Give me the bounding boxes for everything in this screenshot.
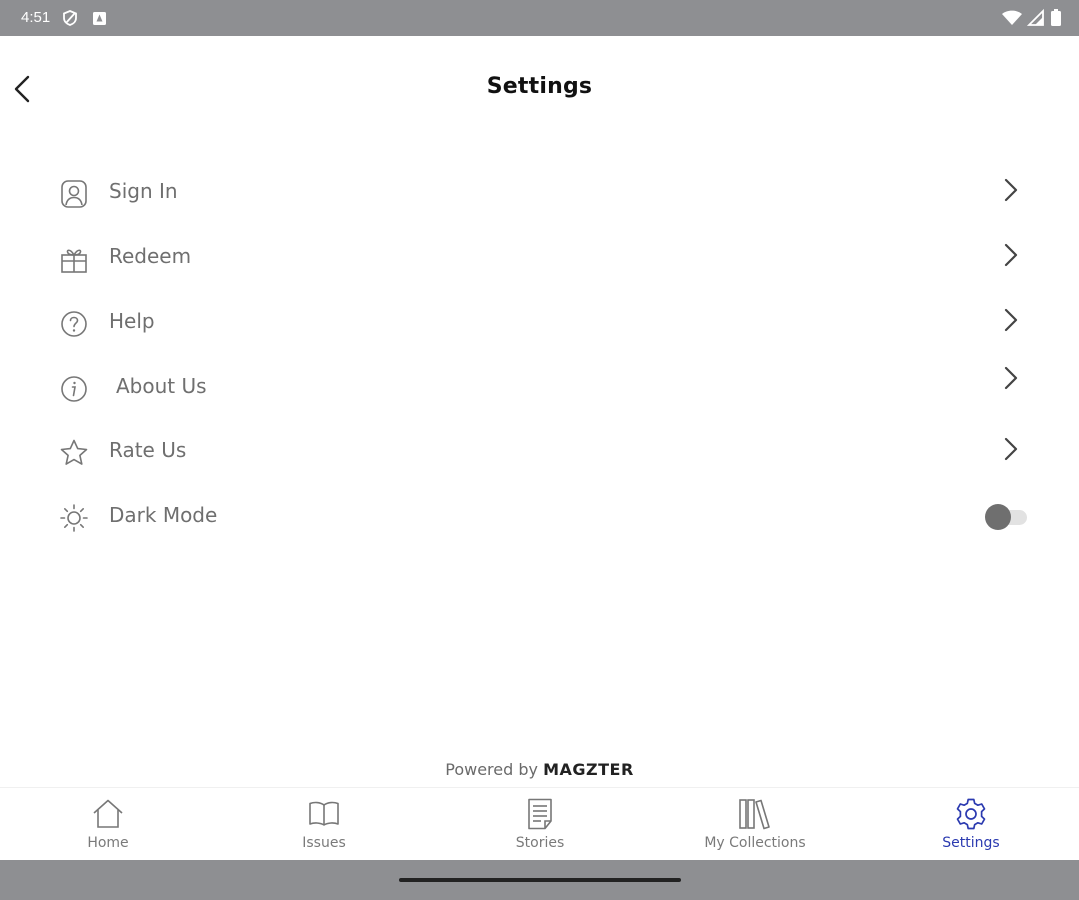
help-circle-icon (61, 311, 87, 337)
powered-by-text: Powered by (445, 760, 538, 779)
nav-label: Home (87, 835, 129, 851)
system-nav-bar (0, 860, 1079, 900)
dark-mode-toggle[interactable] (985, 504, 1029, 530)
document-icon (528, 798, 552, 830)
settings-item-label: Rate Us (109, 438, 187, 462)
nav-item-my-collections[interactable]: My Collections (680, 788, 830, 861)
toggle-knob (985, 504, 1011, 530)
nav-label: My Collections (704, 835, 806, 851)
home-gesture-handle[interactable] (399, 878, 681, 882)
nav-label: Settings (942, 835, 1000, 851)
settings-item-help[interactable]: Help (0, 290, 1079, 354)
brand-name: MAGZTER (543, 760, 634, 779)
settings-item-label: Dark Mode (109, 503, 218, 527)
status-right-icons (1001, 8, 1063, 28)
bottom-nav: Home Issues Stories My Collections Setti… (0, 787, 1079, 860)
settings-item-rate-us[interactable]: Rate Us (0, 419, 1079, 483)
user-profile-icon (61, 180, 87, 208)
app-header: Settings (0, 36, 1079, 140)
vpn-shield-icon (63, 10, 77, 26)
settings-item-about-us[interactable]: About Us (0, 355, 1079, 419)
chevron-right-icon (1004, 437, 1018, 461)
wifi-icon (1002, 10, 1022, 25)
page-title: Settings (486, 74, 593, 99)
nav-item-home[interactable]: Home (33, 788, 183, 861)
status-bar: 4:51 (0, 0, 1079, 36)
status-time: 4:51 (21, 9, 51, 26)
signal-icon (1027, 8, 1044, 26)
battery-icon (1051, 9, 1061, 26)
sun-icon (60, 504, 88, 532)
settings-item-label: Sign In (109, 179, 178, 203)
star-icon (60, 439, 88, 465)
nav-label: Issues (302, 835, 346, 851)
settings-item-label: About Us (116, 374, 207, 398)
gear-icon (956, 798, 986, 830)
nav-item-settings[interactable]: Settings (896, 788, 1046, 861)
nav-label: Stories (515, 835, 565, 851)
powered-by: Powered by MAGZTER (0, 760, 1079, 779)
settings-item-sign-in[interactable]: Sign In (0, 160, 1079, 224)
settings-item-redeem[interactable]: Redeem (0, 225, 1079, 289)
nav-item-stories[interactable]: Stories (465, 788, 615, 861)
notification-app-icon (93, 12, 106, 25)
chevron-right-icon (1004, 308, 1018, 332)
settings-item-label: Redeem (109, 244, 192, 268)
gift-icon (61, 249, 87, 273)
chevron-right-icon (1004, 366, 1018, 390)
chevron-right-icon (1004, 243, 1018, 267)
chevron-right-icon (1004, 178, 1018, 202)
home-icon (93, 799, 123, 828)
book-open-icon (309, 801, 339, 826)
nav-item-issues[interactable]: Issues (249, 788, 399, 861)
info-circle-icon (61, 376, 87, 402)
settings-item-label: Help (109, 309, 155, 333)
settings-item-dark-mode: Dark Mode (0, 484, 1079, 548)
library-icon (739, 799, 770, 830)
